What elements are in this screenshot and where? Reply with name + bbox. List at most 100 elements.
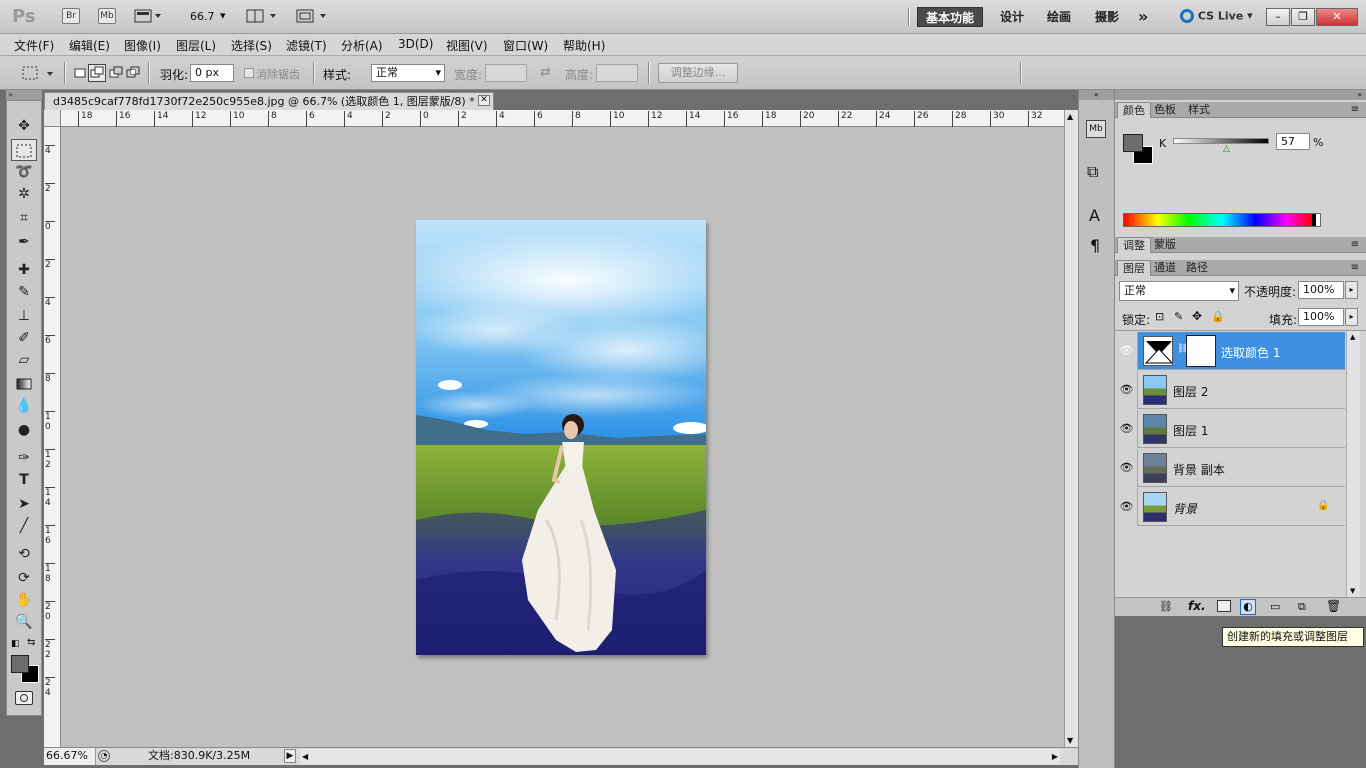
workspace-essentials-button[interactable]: 基本功能: [917, 7, 984, 27]
history-brush-tool-icon[interactable]: ✐: [11, 327, 37, 349]
tab-styles[interactable]: 样式: [1183, 102, 1215, 118]
cs-live-button[interactable]: CS Live ▾: [1180, 9, 1256, 25]
layer-row[interactable]: 👁 图层 2: [1116, 371, 1345, 409]
menu-filter[interactable]: 滤镜(T): [286, 37, 327, 54]
layer-mask-thumbnail[interactable]: [1186, 335, 1216, 367]
menu-edit[interactable]: 编辑(E): [69, 37, 110, 54]
swap-colors-icon[interactable]: ⇆: [27, 637, 39, 649]
workspace-photography-button[interactable]: 摄影: [1087, 7, 1127, 27]
layers-list-scrollbar[interactable]: ▲ ▼: [1346, 331, 1360, 597]
tab-adjustments[interactable]: 调整: [1117, 237, 1151, 253]
scroll-down-arrow[interactable]: ▼: [1067, 736, 1073, 745]
add-to-selection-button[interactable]: [88, 64, 106, 82]
close-document-icon[interactable]: ✕: [478, 95, 490, 106]
color-spectrum-ramp[interactable]: [1123, 213, 1321, 227]
hand-tool-icon[interactable]: ✋: [11, 589, 37, 611]
lock-transparency-icon[interactable]: ⊡: [1155, 310, 1164, 323]
scroll-up-arrow[interactable]: ▲: [1067, 112, 1073, 121]
menu-3d[interactable]: 3D(D): [398, 37, 433, 51]
pen-tool-icon[interactable]: ✑: [11, 447, 37, 469]
scroll-down-arrow[interactable]: ▼: [1350, 587, 1355, 595]
view-extras-button[interactable]: [134, 9, 162, 23]
brush-tool-icon[interactable]: ✎: [11, 281, 37, 303]
tab-layers[interactable]: 图层: [1117, 260, 1151, 276]
layer-row[interactable]: 👁 图层 1: [1116, 410, 1345, 448]
more-workspaces-button[interactable]: »: [1130, 7, 1156, 27]
toolbox-header[interactable]: »: [6, 90, 42, 100]
lock-position-icon[interactable]: ✥: [1192, 309, 1202, 323]
blur-tool-icon[interactable]: 💧: [11, 395, 37, 417]
dodge-tool-icon[interactable]: ●: [11, 419, 37, 441]
menu-help[interactable]: 帮助(H): [563, 37, 605, 54]
panel-menu-icon[interactable]: ≡: [1346, 102, 1364, 118]
tab-masks[interactable]: 蒙版: [1149, 237, 1181, 253]
quick-selection-tool-icon[interactable]: ✲: [11, 183, 37, 205]
add-layer-mask-icon[interactable]: [1217, 600, 1231, 612]
quick-mask-icon[interactable]: [15, 691, 33, 705]
fill-input[interactable]: 100%: [1298, 308, 1344, 326]
spot-healing-tool-icon[interactable]: ✚: [11, 259, 37, 281]
menu-window[interactable]: 窗口(W): [503, 37, 548, 54]
screen-mode-button[interactable]: [296, 9, 330, 23]
3d-rotate-tool-icon[interactable]: ⟲: [11, 543, 37, 565]
fill-slider-arrow[interactable]: ▸: [1345, 308, 1358, 326]
feather-input[interactable]: 0 px: [190, 64, 234, 82]
tool-preset-picker[interactable]: [20, 64, 60, 82]
rectangular-marquee-tool-icon[interactable]: [11, 139, 37, 161]
line-tool-icon[interactable]: ╱: [11, 515, 37, 537]
eyedropper-tool-icon[interactable]: ✒: [11, 231, 37, 253]
document-tab[interactable]: d3485c9caf778fd1730f72e250c955e8.jpg @ 6…: [44, 92, 494, 110]
refine-edge-button[interactable]: 调整边缘...: [658, 63, 738, 83]
opacity-slider-arrow[interactable]: ▸: [1345, 281, 1358, 299]
zoom-level-dropdown[interactable]: 66.7 ▾: [190, 9, 232, 24]
visibility-eye-icon[interactable]: 👁: [1116, 488, 1138, 526]
link-layers-icon[interactable]: ⛓: [1159, 600, 1173, 613]
antialias-checkbox[interactable]: [244, 68, 254, 78]
panels-header[interactable]: »: [1115, 90, 1366, 100]
menu-image[interactable]: 图像(I): [124, 37, 161, 54]
mini-bridge-button[interactable]: Mb: [98, 8, 116, 24]
default-colors-icon[interactable]: ◧: [11, 639, 21, 649]
color-panel-fg-swatch[interactable]: [1123, 134, 1143, 152]
k-value-input[interactable]: 57: [1276, 133, 1310, 150]
tab-color[interactable]: 颜色: [1117, 102, 1151, 118]
menu-file[interactable]: 文件(F): [14, 37, 54, 54]
clone-stamp-tool-icon[interactable]: ⊥: [11, 305, 37, 327]
new-group-icon[interactable]: ▭: [1270, 600, 1280, 613]
lock-all-icon[interactable]: 🔒: [1211, 310, 1225, 323]
eraser-tool-icon[interactable]: ▱: [11, 349, 37, 371]
vertical-scrollbar[interactable]: ▲ ▼: [1064, 110, 1078, 747]
tab-swatches[interactable]: 色板: [1149, 102, 1181, 118]
layer-row[interactable]: 👁 ⛓ 选取颜色 1: [1116, 332, 1345, 370]
scroll-right-arrow[interactable]: ▶: [1052, 749, 1058, 765]
width-input[interactable]: [485, 64, 527, 82]
move-tool-icon[interactable]: ✥: [11, 115, 37, 137]
layer-row[interactable]: 👁 背景 副本: [1116, 449, 1345, 487]
menu-analysis[interactable]: 分析(A): [341, 37, 383, 54]
menu-select[interactable]: 选择(S): [231, 37, 272, 54]
tab-channels[interactable]: 通道: [1149, 260, 1181, 276]
scroll-up-arrow[interactable]: ▲: [1350, 333, 1355, 341]
visibility-eye-icon[interactable]: 👁: [1116, 449, 1138, 487]
k-slider-handle[interactable]: △: [1223, 144, 1230, 154]
visibility-eye-icon[interactable]: 👁: [1116, 332, 1138, 370]
paragraph-panel-icon[interactable]: ¶: [1090, 236, 1100, 255]
tab-paths[interactable]: 路径: [1181, 260, 1213, 276]
mini-bridge-panel-icon[interactable]: Mb: [1086, 120, 1106, 138]
horizontal-scrollbar[interactable]: ◀ ▶: [300, 749, 1060, 764]
dock-header[interactable]: «: [1079, 90, 1114, 100]
subtract-from-selection-button[interactable]: [108, 65, 124, 81]
workspace-design-button[interactable]: 设计: [992, 7, 1032, 27]
intersect-selection-button[interactable]: [125, 65, 141, 81]
path-selection-tool-icon[interactable]: ➤: [11, 493, 37, 515]
menu-layer[interactable]: 图层(L): [176, 37, 216, 54]
visibility-eye-icon[interactable]: 👁: [1116, 371, 1138, 409]
swap-dimensions-icon[interactable]: ⇄: [540, 65, 551, 80]
status-menu-arrow[interactable]: ▶: [284, 749, 296, 763]
bridge-button[interactable]: Br: [62, 8, 80, 24]
panel-menu-icon[interactable]: ≡: [1346, 260, 1364, 276]
layer-row[interactable]: 👁 背景 🔒: [1116, 488, 1345, 526]
minimize-button[interactable]: –: [1266, 8, 1290, 26]
style-select[interactable]: 正常 ▾: [371, 64, 445, 82]
scroll-left-arrow[interactable]: ◀: [302, 749, 308, 765]
